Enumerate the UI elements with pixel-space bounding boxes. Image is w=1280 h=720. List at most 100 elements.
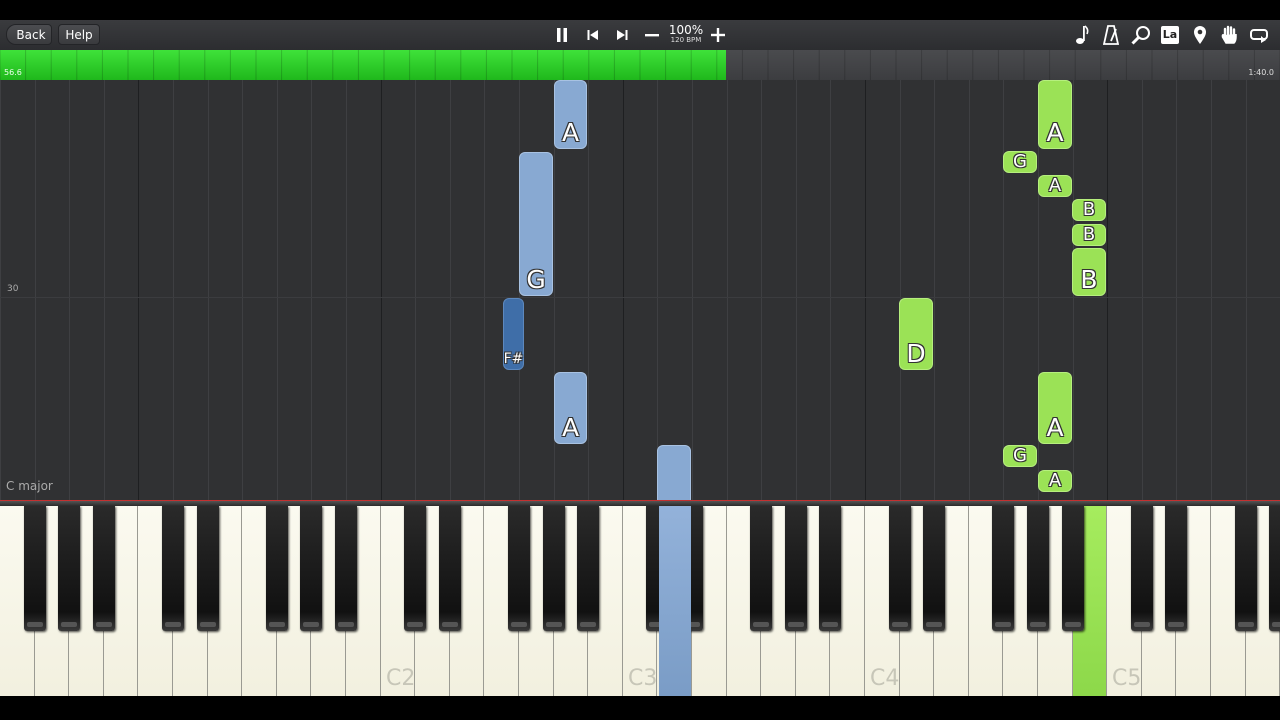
octave-label: C2 — [386, 666, 416, 691]
pressed-key-left — [659, 506, 691, 696]
metronome-icon — [1103, 25, 1119, 45]
black-key-F-sharp[interactable] — [266, 506, 288, 631]
speed-display: 100% 120 BPM — [666, 24, 706, 45]
la-icon: La — [1161, 26, 1179, 44]
black-key-D-sharp[interactable] — [439, 506, 461, 631]
falling-notes-area: 30 C major A G F# A D A G A B B B A G A — [0, 80, 1280, 500]
grid-line — [450, 80, 451, 500]
location-pin-icon — [1194, 26, 1206, 44]
search-icon — [1131, 26, 1150, 45]
black-key-D-sharp[interactable] — [923, 506, 945, 631]
skip-forward-button[interactable] — [611, 20, 633, 50]
black-key-A-sharp[interactable] — [819, 506, 841, 631]
note-names-button[interactable]: La — [1160, 20, 1180, 50]
top-letterbox — [0, 0, 1280, 20]
black-key-C-sharp[interactable] — [162, 506, 184, 631]
grid-line — [208, 80, 209, 500]
black-key-C-sharp[interactable] — [1131, 506, 1153, 631]
metronome-button[interactable] — [1101, 20, 1121, 50]
piano-keyboard[interactable]: C2C3C4C5C6 — [0, 506, 1280, 698]
black-key-F-sharp[interactable] — [992, 506, 1014, 631]
black-key-G-sharp[interactable] — [1269, 506, 1280, 631]
grid-line — [0, 80, 1, 500]
grid-line — [346, 80, 347, 500]
octave-label: C5 — [1112, 666, 1142, 691]
skip-back-button[interactable] — [582, 20, 604, 50]
total-time: 1:40.0 — [1248, 68, 1274, 77]
note-right-A-1: A — [1038, 80, 1072, 149]
black-key-F-sharp[interactable] — [1235, 506, 1257, 631]
note-left-G: G — [519, 152, 553, 296]
grid-line — [104, 80, 105, 500]
grid-line — [657, 80, 658, 500]
grid-line — [588, 80, 589, 500]
black-key-F-sharp[interactable] — [24, 506, 46, 631]
grid-line — [1003, 80, 1004, 500]
minus-icon — [645, 34, 659, 37]
black-key-A-sharp[interactable] — [577, 506, 599, 631]
hand-icon — [1221, 25, 1237, 44]
grid-line — [761, 80, 762, 500]
black-key-D-sharp[interactable] — [1165, 506, 1187, 631]
zoom-button[interactable] — [1130, 20, 1152, 50]
progress-ticks — [0, 50, 1280, 80]
note-icon — [1076, 25, 1089, 44]
grid-line — [415, 80, 416, 500]
grid-line — [796, 80, 797, 500]
black-key-G-sharp[interactable] — [1027, 506, 1049, 631]
loop-button[interactable] — [1248, 20, 1270, 50]
grid-line — [69, 80, 70, 500]
black-key-F-sharp[interactable] — [750, 506, 772, 631]
plus-icon — [711, 28, 725, 42]
grid-line — [692, 80, 693, 500]
grid-line — [1211, 80, 1212, 500]
grid-line — [1107, 80, 1108, 500]
note-right-G-1: G — [1003, 151, 1037, 173]
black-key-A-sharp[interactable] — [93, 506, 115, 631]
hands-button[interactable] — [1219, 20, 1241, 50]
note-right-B-2: B — [1072, 224, 1106, 246]
black-key-G-sharp[interactable] — [300, 506, 322, 631]
skip-back-icon — [587, 30, 598, 40]
measure-number: 30 — [7, 284, 19, 294]
help-button[interactable]: Help — [58, 24, 100, 45]
black-key-C-sharp[interactable] — [404, 506, 426, 631]
note-right-D: D — [899, 298, 933, 370]
grid-line — [311, 80, 312, 500]
black-key-D-sharp[interactable] — [197, 506, 219, 631]
toolbar: Back Help 100% 120 BPM La — [0, 20, 1280, 50]
measure-line — [0, 297, 1280, 298]
speed-bpm: 120 BPM — [670, 36, 702, 44]
black-key-G-sharp[interactable] — [543, 506, 565, 631]
grid-line — [623, 80, 624, 500]
speed-percent: 100% — [668, 23, 704, 37]
black-key-C-sharp[interactable] — [889, 506, 911, 631]
note-right-B-3: B — [1072, 248, 1106, 296]
note-left-A-2: A — [554, 372, 587, 444]
back-button[interactable]: Back — [6, 24, 52, 45]
pause-button[interactable] — [551, 20, 573, 50]
black-key-A-sharp[interactable] — [1062, 506, 1084, 631]
loop-icon — [1250, 29, 1268, 43]
skip-forward-icon — [617, 30, 628, 40]
note-right-G-2: G — [1003, 445, 1037, 467]
octave-label: C3 — [628, 666, 658, 691]
grid-line — [138, 80, 139, 500]
slower-button[interactable] — [641, 20, 663, 50]
black-key-G-sharp[interactable] — [785, 506, 807, 631]
black-key-G-sharp[interactable] — [58, 506, 80, 631]
black-key-F-sharp[interactable] — [508, 506, 530, 631]
bottom-letterbox — [0, 698, 1280, 720]
grid-line — [934, 80, 935, 500]
marker-button[interactable] — [1190, 20, 1210, 50]
note-left-active — [657, 445, 691, 500]
faster-button[interactable] — [707, 20, 729, 50]
grid-line — [900, 80, 901, 500]
song-progress-bar[interactable]: 56.6 1:40.0 — [0, 50, 1280, 80]
grid-line — [173, 80, 174, 500]
note-button[interactable] — [1072, 20, 1092, 50]
black-key-A-sharp[interactable] — [335, 506, 357, 631]
note-right-B-1: B — [1072, 199, 1106, 221]
grid-line — [969, 80, 970, 500]
grid-line — [727, 80, 728, 500]
